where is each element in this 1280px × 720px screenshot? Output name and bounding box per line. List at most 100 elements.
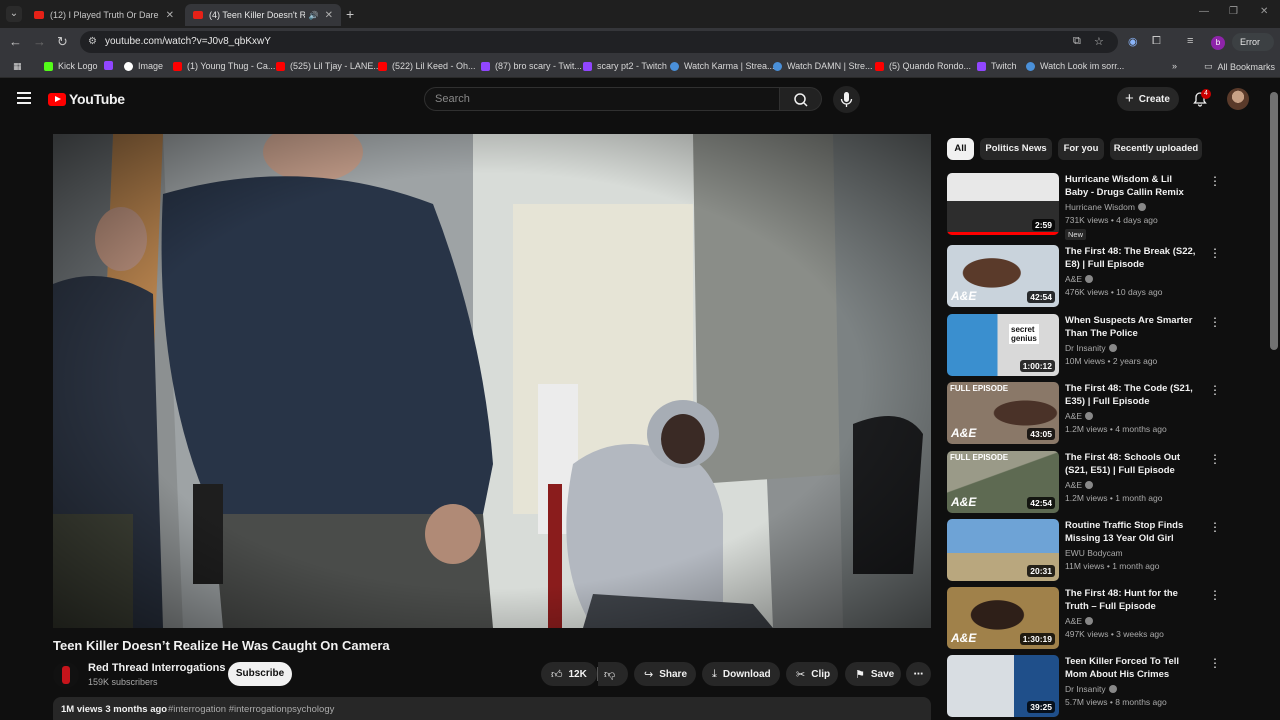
bookmark-item[interactable]: (525) Lil Tjay - LANE... <box>276 61 381 71</box>
recommended-video[interactable]: secret genius 1:00:12 When Suspects Are S… <box>947 314 1257 376</box>
recommended-video[interactable]: FULL EPISODE A&E 42:54 The First 48: Sch… <box>947 451 1257 513</box>
extensions-puzzle-icon[interactable]: ⧠ <box>1152 35 1161 48</box>
clip-button[interactable]: ✂ Clip <box>786 662 838 686</box>
download-button[interactable]: ⤓ Download <box>702 662 780 686</box>
all-bookmarks-button[interactable]: ▭ All Bookmarks <box>1204 61 1275 72</box>
recommended-video[interactable]: 39:25 Teen Killer Forced To Tell Mom Abo… <box>947 655 1257 717</box>
bookmark-star-icon[interactable]: ☆ <box>1094 35 1104 48</box>
more-options-icon[interactable]: ⋮ <box>1209 521 1221 533</box>
close-tab-icon[interactable]: ✕ <box>166 10 174 21</box>
share-button[interactable]: ↪ Share <box>634 662 696 686</box>
save-button[interactable]: ⚑ Save <box>845 662 901 686</box>
close-tab-icon[interactable]: ✕ <box>325 10 333 21</box>
bookmark-item[interactable]: Watch Karma | Strea... <box>670 61 775 71</box>
channel-avatar[interactable] <box>53 662 79 688</box>
page-scrollbar[interactable] <box>1270 92 1278 350</box>
notification-count-badge: 4 <box>1201 89 1211 99</box>
bookmark-item[interactable]: scary pt2 - Twitch <box>583 61 667 71</box>
recommended-video[interactable]: 2:59 Hurricane Wisdom & Lil Baby - Drugs… <box>947 173 1257 240</box>
more-options-icon[interactable]: ⋮ <box>1209 589 1221 601</box>
reload-icon[interactable]: ↻ <box>57 34 68 50</box>
close-window-icon[interactable]: ✕ <box>1260 6 1268 17</box>
video-thumbnail[interactable]: A&E 1:30:19 <box>947 587 1059 649</box>
forward-icon[interactable]: → <box>33 34 46 49</box>
description-box[interactable]: 1M views 3 months ago #interrogation #in… <box>53 697 931 720</box>
install-icon[interactable]: ⧉ <box>1073 35 1081 48</box>
more-options-icon[interactable]: ⋮ <box>1209 453 1221 465</box>
video-meta: 10M views • 2 years ago <box>1065 356 1158 366</box>
hashtags[interactable]: #interrogation #interrogationpsychology <box>168 704 334 715</box>
browser-tab-bar: ⌄ (12) I Played Truth Or Dare With ✕ (4)… <box>0 0 1280 28</box>
download-label: Download <box>722 668 771 680</box>
more-options-icon[interactable]: ⋮ <box>1209 384 1221 396</box>
media-control-icon[interactable]: ≡ <box>1187 35 1193 47</box>
more-options-icon[interactable]: ⋮ <box>1209 175 1221 187</box>
subscribe-button[interactable]: Subscribe <box>228 662 292 686</box>
video-thumbnail[interactable]: FULL EPISODE A&E 43:05 <box>947 382 1059 444</box>
site-info-icon[interactable]: ⚙ <box>88 36 97 47</box>
bookmark-item[interactable]: Twitch <box>977 61 1017 71</box>
bookmark-item[interactable]: (5) Quando Rondo... <box>875 61 971 71</box>
more-options-icon[interactable]: ⋮ <box>1209 316 1221 328</box>
more-options-icon[interactable]: ⋮ <box>1209 657 1221 669</box>
back-icon[interactable]: ← <box>9 34 22 49</box>
create-button[interactable]: + Create <box>1117 87 1179 111</box>
bookmark-item[interactable]: (1) Young Thug - Ca... <box>173 61 275 71</box>
bookmark-item[interactable]: (87) bro scary - Twit... <box>481 61 582 71</box>
more-actions-button[interactable]: ⋯ <box>906 662 931 686</box>
youtube-icon <box>173 61 182 71</box>
profile-avatar[interactable]: b <box>1211 36 1225 50</box>
browser-tab-2[interactable]: (4) Teen Killer Doesn't Real 🔊 ✕ <box>185 4 341 26</box>
recommended-video[interactable]: A&E 42:54 The First 48: The Break (S22, … <box>947 245 1257 307</box>
chip-recently-uploaded[interactable]: Recently uploaded <box>1110 138 1202 160</box>
video-thumbnail[interactable]: FULL EPISODE A&E 42:54 <box>947 451 1059 513</box>
recommended-video[interactable]: FULL EPISODE A&E 43:05 The First 48: The… <box>947 382 1257 444</box>
menu-icon[interactable] <box>17 92 31 107</box>
youtube-logo[interactable]: YouTube <box>48 91 125 107</box>
apps-grid-icon[interactable]: ▦ <box>13 61 22 72</box>
create-label: Create <box>1138 93 1170 105</box>
chip-for-you[interactable]: For you <box>1058 138 1104 160</box>
like-button[interactable]: 👍︎ 12K <box>541 662 597 686</box>
chip-all[interactable]: All <box>947 138 974 160</box>
more-bookmarks-icon[interactable]: » <box>1172 61 1177 71</box>
bookmark-item[interactable]: Watch Look im sorr... <box>1026 61 1124 71</box>
dislike-button[interactable]: 👎︎ <box>598 662 628 686</box>
video-meta: 1.2M views • 1 month ago <box>1065 493 1163 503</box>
bookmark-item[interactable]: Image <box>124 61 163 71</box>
maximize-icon[interactable]: ❐ <box>1229 6 1238 17</box>
video-thumbnail[interactable]: secret genius 1:00:12 <box>947 314 1059 376</box>
error-button[interactable]: Error ⋮ <box>1232 33 1274 65</box>
video-thumbnail[interactable]: A&E 42:54 <box>947 245 1059 307</box>
bookmark-item[interactable]: Watch DAMN | Stre... <box>773 61 873 71</box>
recommended-video[interactable]: A&E 1:30:19 The First 48: Hunt for the T… <box>947 587 1257 649</box>
video-thumbnail[interactable]: 39:25 <box>947 655 1059 717</box>
extension-icon[interactable]: ◉ <box>1128 35 1138 48</box>
tab-search-icon[interactable]: ⌄ <box>6 6 22 22</box>
recommended-video[interactable]: 20:31 Routine Traffic Stop Finds Missing… <box>947 519 1257 581</box>
bookmark-item[interactable]: (522) Lil Keed - Oh... <box>378 61 476 71</box>
more-options-icon[interactable]: ⋮ <box>1209 247 1221 259</box>
browser-tab-1[interactable]: (12) I Played Truth Or Dare With ✕ <box>26 4 182 26</box>
bookmark-label: Watch DAMN | Stre... <box>787 61 873 71</box>
voice-search-button[interactable] <box>833 86 860 113</box>
channel-name[interactable]: Red Thread Interrogations <box>88 662 226 674</box>
bookmark-item[interactable] <box>104 61 118 70</box>
video-thumbnail[interactable]: 20:31 <box>947 519 1059 581</box>
chip-politics-news[interactable]: Politics News <box>980 138 1052 160</box>
search-button[interactable] <box>780 87 822 111</box>
bookmark-item[interactable]: Kick Logo <box>44 61 98 71</box>
speaker-icon[interactable]: 🔊 <box>309 11 319 20</box>
account-avatar[interactable] <box>1227 88 1249 110</box>
video-thumbnail[interactable]: 2:59 <box>947 173 1059 235</box>
search-input[interactable]: Search <box>424 87 780 111</box>
channel-name: Dr Insanity <box>1065 684 1117 694</box>
video-title: Routine Traffic Stop Finds Missing 13 Ye… <box>1065 520 1184 544</box>
youtube-play-icon <box>48 92 66 106</box>
channel-name: A&E <box>1065 274 1094 284</box>
video-player[interactable] <box>53 134 931 628</box>
address-bar[interactable]: ⚙ youtube.com/watch?v=J0v8_qbKxwY ⧉ ☆ <box>80 31 1118 53</box>
url-text: youtube.com/watch?v=J0v8_qbKxwY <box>105 36 271 47</box>
minimize-icon[interactable]: — <box>1199 6 1209 17</box>
new-tab-button[interactable]: + <box>346 6 354 22</box>
